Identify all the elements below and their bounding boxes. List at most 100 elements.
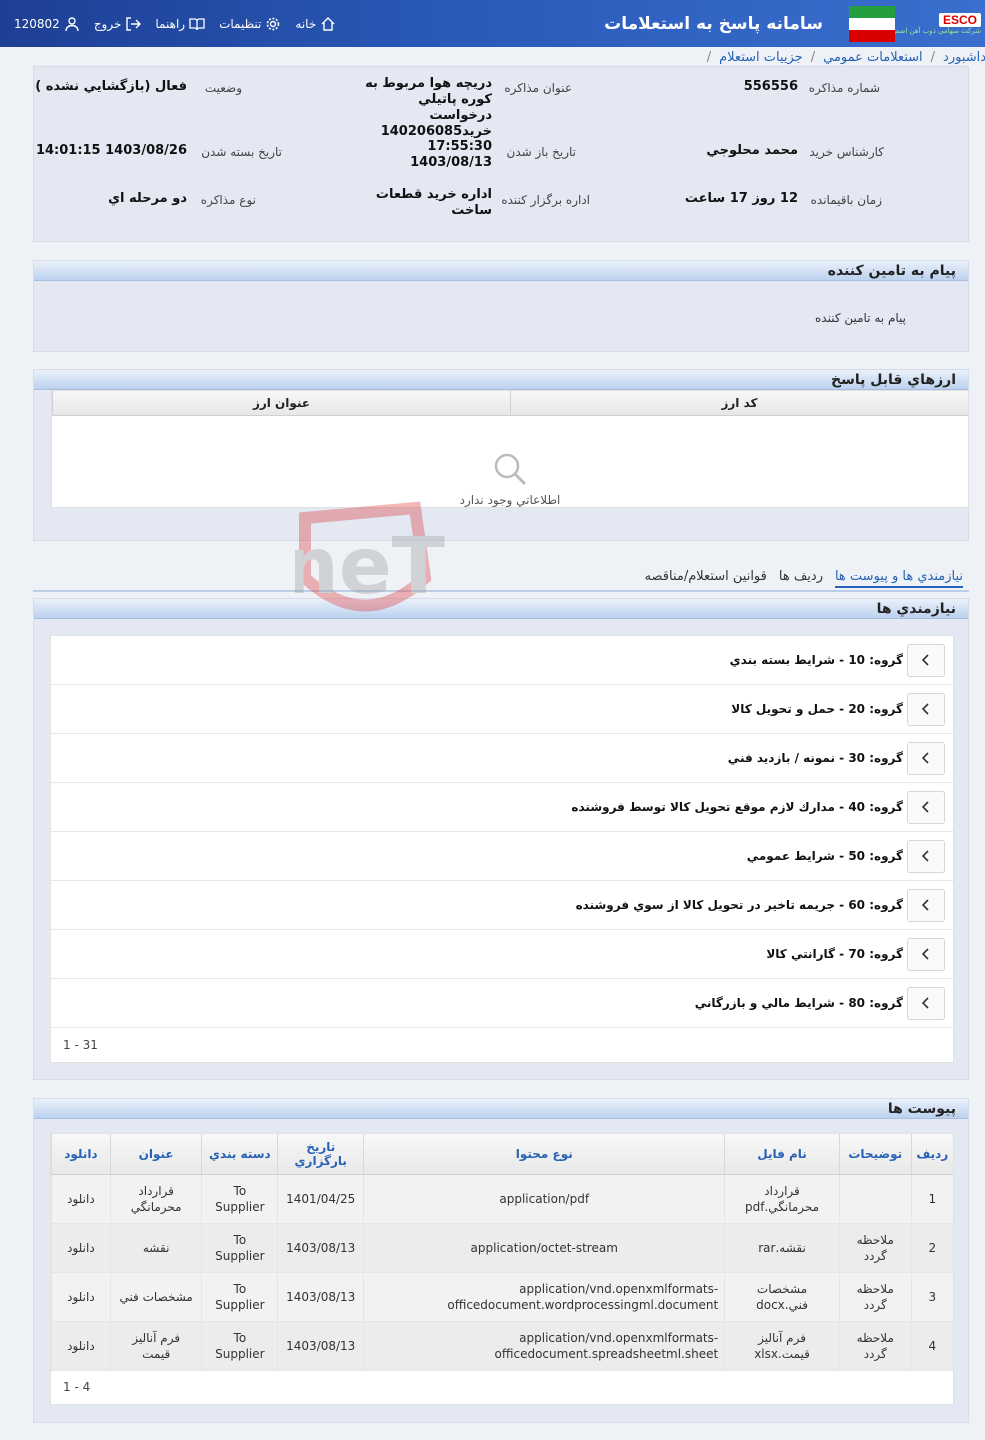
- need-group-label: گروه: 50 - شرايط عمومي: [746, 849, 903, 863]
- need-group-row[interactable]: گروه: 20 - حمل و تحويل كالا: [51, 685, 953, 734]
- need-group-row[interactable]: گروه: 50 - شرايط عمومي: [51, 832, 953, 881]
- expand-button[interactable]: [907, 643, 945, 677]
- expand-button[interactable]: [907, 937, 945, 971]
- expand-button[interactable]: [907, 986, 945, 1020]
- download-link[interactable]: دانلود: [51, 1272, 111, 1322]
- table-row: 3 ملاحظه گردد مشخصات فني.docx applicatio…: [51, 1272, 953, 1322]
- cell-description: ملاحظه گردد: [838, 1321, 912, 1371]
- col-description-header[interactable]: توضيحات: [838, 1134, 912, 1175]
- org-label: اداره برگزار كننده: [501, 193, 590, 207]
- tab-rules[interactable]: قوانين استعلام/مناقصه: [645, 569, 767, 588]
- no-data-message: اطلاعاتي وجود ندارد: [52, 451, 968, 507]
- need-group-label: گروه: 40 - مدارك لازم موقع تحويل كالا تو…: [571, 800, 903, 814]
- breadcrumb-inquiry-details[interactable]: جزييات استعلام: [719, 50, 803, 65]
- download-link[interactable]: دانلود: [51, 1223, 111, 1273]
- help-link[interactable]: راهنما: [155, 16, 205, 32]
- col-row-header[interactable]: رديف: [910, 1134, 953, 1175]
- need-group-label: گروه: 70 - گارانتي كالا: [766, 947, 903, 961]
- col-upload-date-header[interactable]: تاريخ بارگزاري: [277, 1134, 364, 1175]
- need-group-row[interactable]: گروه: 10 - شرايط بسته بندي: [51, 636, 953, 685]
- home-label: خانه: [295, 16, 317, 31]
- attachments-panel: پيوست ها رديف توضيحات نام فايل نوع محتوا…: [33, 1098, 969, 1423]
- cell-row: 2: [910, 1223, 953, 1273]
- esco-logo-text: ESCO: [938, 13, 981, 27]
- cell-category: To Supplier: [201, 1174, 278, 1224]
- supplier-message-panel: پيام به تامين كننده پيام به تامين كننده: [33, 260, 969, 352]
- expand-button[interactable]: [907, 839, 945, 873]
- need-group-row[interactable]: گروه: 60 - جريمه تاخير در تحويل كالا از …: [51, 881, 953, 930]
- need-group-row[interactable]: گروه: 30 - نمونه / بازديد فني: [51, 734, 953, 783]
- cell-mime: application/vnd.openxmlformats-officedoc…: [363, 1272, 725, 1322]
- col-mime-header[interactable]: نوع محتوا: [363, 1134, 725, 1175]
- user-icon: [65, 16, 79, 31]
- chevron-left-icon: [921, 850, 929, 862]
- table-row: 4 ملاحظه گردد فرم آناليز قيمت.xlsx appli…: [51, 1321, 953, 1371]
- help-label: راهنما: [155, 16, 186, 31]
- logout-link[interactable]: خروج: [94, 16, 142, 32]
- chevron-left-icon: [921, 752, 929, 764]
- type-value: دو مرحله اي: [108, 191, 187, 206]
- title-value: دريچه هوا مربوط به كوره پاتيلي درخواست خ…: [365, 76, 492, 139]
- cell-filename: فرم آناليز قيمت.xlsx: [724, 1321, 840, 1371]
- breadcrumb-dashboard[interactable]: ه داشبورد: [943, 50, 985, 65]
- top-nav: 120802 خروج راهنما تنظیمات خانه: [0, 0, 336, 47]
- user-menu[interactable]: 120802: [14, 16, 80, 32]
- iran-flag-icon: [849, 6, 895, 42]
- logout-label: خروج: [93, 16, 122, 31]
- status-label: وضعيت: [204, 81, 242, 95]
- download-link[interactable]: دانلود: [51, 1321, 111, 1371]
- need-group-row[interactable]: گروه: 80 - شرايط مالي و بازرگاني: [51, 979, 953, 1028]
- remaining-value: 12 روز 17 ساعت: [684, 191, 798, 206]
- expert-value: محمد محلوجي: [706, 143, 798, 158]
- settings-link[interactable]: تنظیمات: [219, 16, 281, 32]
- cell-filename: مشخصات فني.docx: [724, 1272, 840, 1322]
- user-id: 120802: [14, 16, 60, 31]
- tab-needs-attachments[interactable]: نيازمندي ها و پيوست ها: [834, 569, 963, 588]
- currencies-title: ارزهاي قابل پاسخ: [34, 370, 968, 390]
- table-row: 2 ملاحظه گردد نقشه.rar application/octet…: [51, 1223, 953, 1273]
- type-label: نوع مذاكره: [200, 193, 256, 207]
- need-group-row[interactable]: گروه: 40 - مدارك لازم موقع تحويل كالا تو…: [51, 783, 953, 832]
- currency-title-header[interactable]: عنوان ارز: [52, 391, 510, 415]
- gear-icon: [267, 17, 280, 30]
- top-bar: ESCO شرکت سهامی ذوب آهن اصفهان سامانه پا…: [0, 0, 985, 47]
- cell-row: 4: [910, 1321, 953, 1371]
- cell-title: قرارداد محرمانگي: [109, 1174, 202, 1224]
- col-download-header[interactable]: دانلود: [51, 1134, 111, 1175]
- no-data-text: اطلاعاتي وجود ندارد: [459, 493, 561, 507]
- cell-description: ملاحظه گردد: [838, 1272, 912, 1322]
- number-value: 556556: [743, 79, 798, 94]
- close-date-label: تاريخ بسته شدن: [201, 145, 282, 159]
- needs-panel: نيازمندي ها گروه: 10 - شرايط بسته بندي گ…: [33, 598, 969, 1080]
- esco-subtitle: شرکت سهامی ذوب آهن اصفهان: [885, 27, 981, 35]
- expand-button[interactable]: [907, 790, 945, 824]
- attachments-table: رديف توضيحات نام فايل نوع محتوا تاريخ با…: [50, 1133, 954, 1405]
- supplier-message-body: پيام به تامين كننده: [815, 311, 906, 325]
- col-category-header[interactable]: دسته بندي: [201, 1134, 278, 1175]
- currency-code-header[interactable]: كد ارز: [510, 391, 968, 415]
- cell-row: 3: [910, 1272, 953, 1322]
- need-group-row[interactable]: گروه: 70 - گارانتي كالا: [51, 930, 953, 979]
- cell-category: To Supplier: [201, 1223, 278, 1273]
- search-icon: [494, 453, 527, 486]
- home-link[interactable]: خانه: [295, 16, 336, 32]
- app-title: سامانه پاسخ به استعلامات: [604, 14, 823, 34]
- tab-rows[interactable]: رديف ها: [779, 569, 823, 588]
- attachments-header-row: رديف توضيحات نام فايل نوع محتوا تاريخ با…: [51, 1134, 953, 1175]
- chevron-left-icon: [921, 948, 929, 960]
- expand-button[interactable]: [907, 888, 945, 922]
- status-value: فعال (بازگشايي نشده ): [35, 79, 187, 94]
- chevron-left-icon: [921, 997, 929, 1009]
- cell-title: مشخصات فني: [109, 1272, 202, 1322]
- download-link[interactable]: دانلود: [51, 1174, 111, 1224]
- currencies-panel: ارزهاي قابل پاسخ كد ارز عنوان ارز اطلاعا…: [33, 369, 969, 541]
- number-label: شماره مذاكره: [808, 81, 880, 95]
- breadcrumb-public-inquiries[interactable]: استعلامات عمومي: [823, 50, 923, 65]
- chevron-left-icon: [921, 654, 929, 666]
- expand-button[interactable]: [907, 741, 945, 775]
- expand-button[interactable]: [907, 692, 945, 726]
- col-title-header[interactable]: عنوان: [109, 1134, 202, 1175]
- cell-mime: application/pdf: [363, 1174, 725, 1224]
- cell-filename: نقشه.rar: [724, 1223, 840, 1273]
- col-filename-header[interactable]: نام فايل: [724, 1134, 840, 1175]
